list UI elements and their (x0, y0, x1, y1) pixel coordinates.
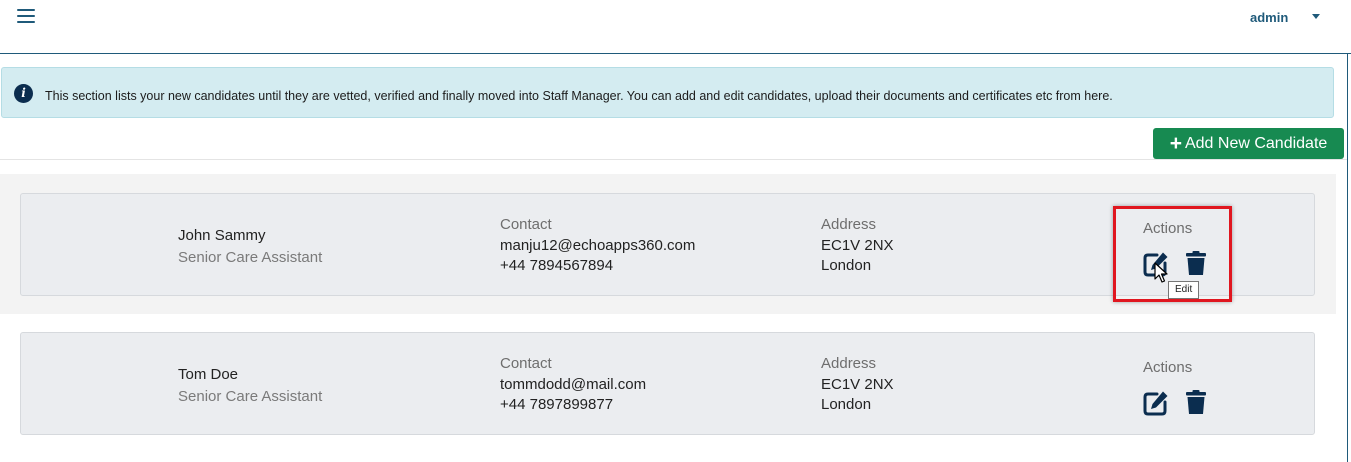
candidate-phone: +44 7897899877 (500, 396, 614, 413)
candidate-card: Tom Doe Senior Care Assistant Contact to… (20, 332, 1315, 435)
mouse-cursor-icon (1154, 262, 1168, 284)
info-banner: i This section lists your new candidates… (1, 67, 1334, 118)
plus-icon: + (1169, 132, 1182, 155)
contact-label: Contact (500, 216, 552, 233)
info-icon: i (14, 84, 33, 103)
candidate-email: manju12@echoapps360.com (500, 237, 696, 254)
edit-icon[interactable] (1143, 390, 1169, 416)
divider (0, 159, 1347, 160)
trash-icon[interactable] (1183, 389, 1209, 415)
address-label: Address (821, 355, 877, 372)
candidate-role: Senior Care Assistant (178, 249, 323, 266)
candidate-email: tommdodd@mail.com (500, 376, 647, 393)
top-bar: admin (0, 0, 1351, 54)
candidate-postcode: EC1V 2NX (821, 376, 894, 393)
candidate-role: Senior Care Assistant (178, 388, 323, 405)
add-new-candidate-label: Add New Candidate (1184, 135, 1328, 152)
candidate-name: John Sammy (178, 227, 266, 244)
caret-down-icon[interactable] (1312, 14, 1320, 19)
add-new-candidate-button[interactable]: + Add New Candidate (1153, 128, 1344, 159)
content-border (1347, 54, 1348, 462)
candidate-phone: +44 7894567894 (500, 257, 614, 274)
user-menu[interactable]: admin (1250, 10, 1288, 25)
candidate-city: London (821, 257, 872, 274)
hamburger-icon[interactable] (17, 9, 35, 23)
candidate-city: London (821, 396, 872, 413)
candidate-row: Tom Doe Senior Care Assistant Contact to… (0, 314, 1336, 454)
actions-label: Actions (1143, 359, 1193, 376)
candidate-postcode: EC1V 2NX (821, 237, 894, 254)
address-label: Address (821, 216, 877, 233)
contact-label: Contact (500, 355, 552, 372)
edit-tooltip: Edit (1168, 281, 1200, 299)
candidate-name: Tom Doe (178, 366, 239, 383)
info-text: This section lists your new candidates u… (45, 89, 1113, 103)
